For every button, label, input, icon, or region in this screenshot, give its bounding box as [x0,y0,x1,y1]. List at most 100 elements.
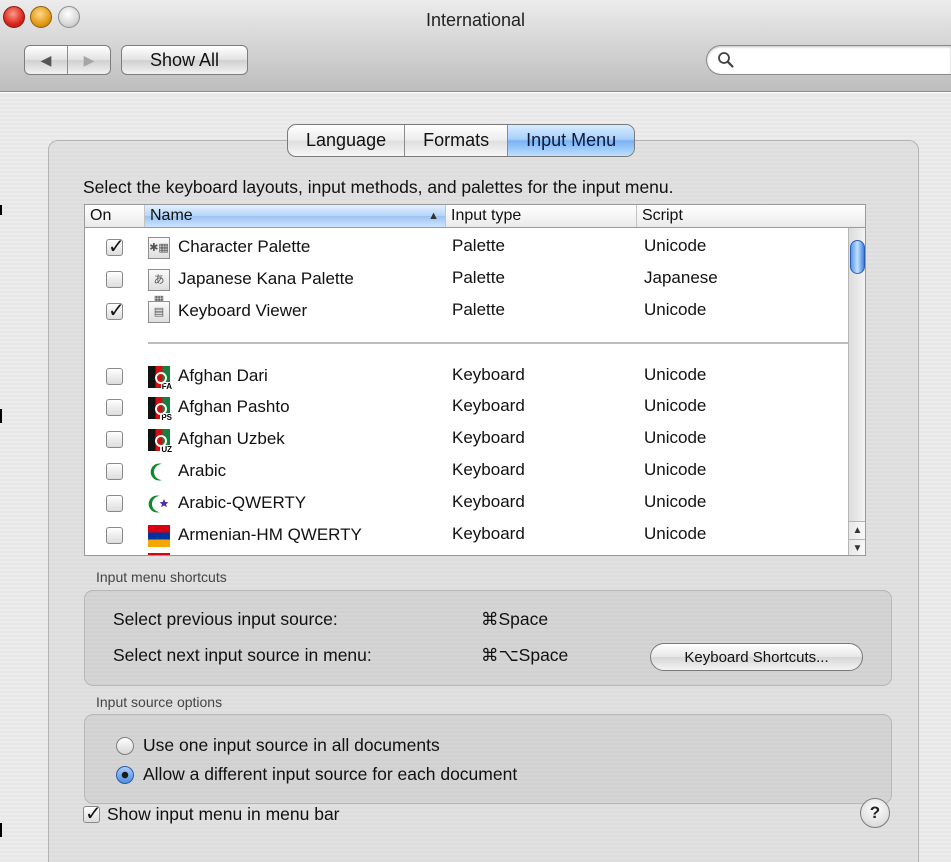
row-input-type: Keyboard [452,365,525,384]
character-palette-icon: ✱▦ [148,237,170,259]
window-title: International [425,10,526,30]
row-checkbox[interactable] [106,399,123,416]
show-input-menu-label: Show input menu in menu bar [107,804,340,824]
row-name: Arabic [178,461,227,480]
table-row[interactable]: PS Afghan Pashto Keyboard Unicode [85,393,865,423]
table-row[interactable]: UZ Afghan Uzbek Keyboard Unicode [85,425,865,455]
input-sources-table: On Name ▲ Input type Script ✱▦ Character… [84,204,866,556]
next-source-label: Select next input source in menu: [113,645,372,665]
row-checkbox[interactable] [106,234,125,259]
row-checkbox[interactable] [106,463,123,480]
row-name: Arabic-QWERTY [178,493,307,512]
column-header-on[interactable]: On [85,205,145,227]
crescent-icon [150,463,162,481]
row-input-type: Keyboard [452,492,525,511]
row-input-type: Palette [452,268,505,287]
back-forward-control: ◀ ▶ [24,45,111,75]
afghan-flag-icon: PS [148,397,173,422]
row-name: Afghan Dari [178,366,268,385]
row-script: Unicode [644,236,707,255]
table-row[interactable]: Arabic-QWERTY Keyboard Unicode [85,489,865,519]
forward-arrow-icon[interactable]: ▶ [67,46,110,74]
row-checkbox[interactable] [106,495,123,512]
row-name: Keyboard Viewer [178,301,308,320]
one-source-label: Use one input source in all documents [143,735,440,755]
show-input-menu-checkbox[interactable] [83,801,102,826]
source-options-group-label: Input source options [96,694,223,710]
table-row[interactable] [85,551,865,556]
afghan-flag-icon: FA [148,366,173,391]
row-input-type: Keyboard [452,524,525,543]
table-row[interactable]: あ▦ Japanese Kana Palette Palette Japanes… [85,265,865,306]
row-script: Unicode [644,428,707,447]
row-script: Unicode [644,492,707,511]
search-field[interactable] [706,45,951,75]
scrollbar-thumb[interactable] [850,240,865,274]
column-header-script-label: Script [642,207,683,224]
table-row[interactable]: FA Afghan Dari Keyboard Unicode [85,362,865,392]
row-script: Japanese [644,268,718,287]
window-edge-mark [0,409,2,423]
row-input-type: Keyboard [452,396,525,415]
shortcuts-group-label: Input menu shortcuts [96,569,227,585]
column-header-input-type[interactable]: Input type [446,205,637,227]
table-scrollbar[interactable]: ▲ ▼ [848,228,865,555]
row-script: Unicode [644,300,707,319]
table-row[interactable]: Armenian-HM QWERTY Keyboard Unicode [85,521,865,551]
show-all-button[interactable]: Show All [121,45,248,75]
scroll-down-arrow-icon[interactable]: ▼ [849,539,865,555]
shortcuts-group [84,590,892,686]
per-document-source-label: Allow a different input source for each … [143,764,518,784]
row-input-type: Keyboard [452,428,525,447]
row-script: Unicode [644,524,707,543]
tab-formats[interactable]: Formats [404,125,507,156]
row-checkbox[interactable] [106,431,123,448]
table-body: ✱▦ Character Palette Palette Unicode あ▦ … [85,228,865,556]
armenian-flag-icon [148,525,170,547]
table-header: On Name ▲ Input type Script [85,205,865,228]
column-header-name[interactable]: Name ▲ [145,205,446,227]
table-row[interactable]: Arabic Keyboard Unicode [85,457,865,487]
table-row[interactable]: ✱▦ Character Palette Palette Unicode [85,233,865,263]
row-checkbox[interactable] [106,271,123,288]
row-script: Unicode [644,396,707,415]
row-name: Japanese Kana Palette [178,269,354,288]
scroll-up-arrow-icon[interactable]: ▲ [849,521,865,539]
per-document-source-radio[interactable] [116,766,134,784]
row-name: Afghan Pashto [178,397,290,416]
row-checkbox[interactable] [106,298,125,323]
row-script: Unicode [644,460,707,479]
instruction-text: Select the keyboard layouts, input metho… [83,177,674,197]
window-edge-mark [0,205,2,215]
row-name: Armenian-HM QWERTY [178,525,362,544]
back-arrow-icon[interactable]: ◀ [25,46,67,74]
tab-input-menu[interactable]: Input Menu [507,125,635,156]
search-input[interactable] [739,49,939,71]
row-checkbox[interactable] [106,555,123,556]
table-row[interactable]: ▤ Keyboard Viewer Palette Unicode [85,297,865,327]
crescent-star-icon [148,495,169,513]
table-separator [148,342,851,344]
tab-bar: Language Formats Input Menu [287,124,636,157]
previous-source-shortcut: ⌘Space [481,609,549,629]
keyboard-viewer-icon: ▤ [148,301,170,323]
keyboard-shortcuts-button[interactable]: Keyboard Shortcuts... [650,643,863,671]
previous-source-label: Select previous input source: [113,609,338,629]
afghan-flag-icon: UZ [148,429,173,454]
row-name: Character Palette [178,237,311,256]
row-checkbox[interactable] [106,368,123,385]
column-header-on-label: On [90,207,112,224]
sort-ascending-icon: ▲ [428,210,439,222]
source-options-group [84,714,892,804]
row-name: Afghan Uzbek [178,429,285,448]
next-source-shortcut: ⌘⌥Space [481,645,569,665]
column-header-name-label: Name [150,207,193,224]
row-script: Unicode [644,365,707,384]
one-source-radio[interactable] [116,737,134,755]
tab-language[interactable]: Language [288,125,404,156]
row-input-type: Palette [452,300,505,319]
row-checkbox[interactable] [106,527,123,544]
help-button[interactable]: ? [860,798,890,828]
window-toolbar: International ◀ ▶ Show All [0,0,951,92]
column-header-script[interactable]: Script [637,205,865,227]
